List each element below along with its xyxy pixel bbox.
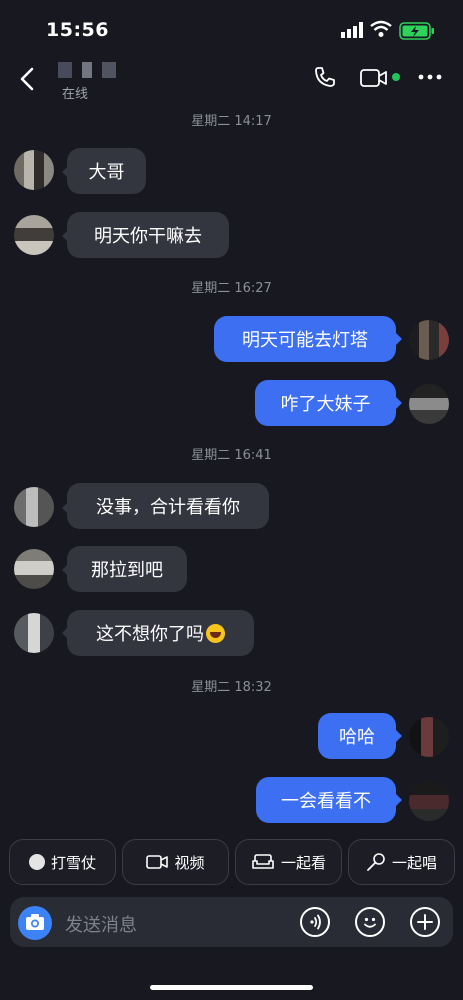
camera-button[interactable] [18, 906, 52, 940]
home-indicator[interactable] [150, 985, 313, 990]
snowball-fight-button[interactable]: 打雪仗 [9, 839, 116, 885]
contact-name-redacted[interactable] [58, 62, 122, 78]
video-call-icon[interactable] [360, 67, 388, 89]
online-indicator [392, 73, 400, 81]
timestamp: 星期二 14:17 [191, 114, 272, 129]
message-text: 大哥 [88, 162, 125, 183]
message-bubble-outgoing[interactable]: 明天可能去灯塔 [214, 316, 396, 362]
battery-charging-icon [399, 22, 434, 40]
message-bubble-outgoing[interactable]: 哈哈 [318, 713, 396, 759]
cellular-signal-icon [341, 22, 363, 38]
message-text: 没事，合计看看你 [96, 497, 240, 518]
sing-together-button[interactable]: 一起唱 [348, 839, 455, 885]
wifi-icon [370, 20, 392, 37]
quick-action-bar: 打雪仗 视频 一起看 一起唱 [0, 839, 463, 885]
message-text: 明天可能去灯塔 [242, 330, 368, 351]
bubble-tail [396, 397, 402, 409]
timestamp: 星期二 16:27 [191, 281, 272, 296]
quick-action-label: 一起唱 [391, 853, 437, 872]
quick-action-label: 视频 [174, 853, 205, 872]
message-bubble-outgoing[interactable]: 咋了大妹子 [255, 380, 396, 426]
online-status: 在线 [62, 87, 89, 102]
message-input[interactable]: 发送消息 [65, 911, 137, 937]
voice-wave-icon [310, 914, 321, 930]
quick-action-label: 打雪仗 [50, 853, 96, 872]
message-bubble-outgoing[interactable]: 一会看看不 [256, 777, 396, 823]
bubble-tail [396, 794, 402, 806]
contact-avatar[interactable] [14, 549, 54, 589]
message-bubble-incoming[interactable]: 明天你干嘛去 [67, 212, 229, 258]
message-text: 这不想你了吗 [96, 624, 204, 645]
message-text: 一会看看不 [281, 791, 371, 812]
contact-avatar[interactable] [14, 487, 54, 527]
emoji-button[interactable] [355, 907, 385, 937]
camera-icon [26, 914, 44, 930]
contact-avatar[interactable] [14, 150, 54, 190]
video-button[interactable]: 视频 [122, 839, 229, 885]
self-avatar[interactable] [409, 781, 449, 821]
rolling-laughing-emoji-icon [206, 623, 225, 643]
message-text: 咋了大妹子 [280, 394, 371, 415]
message-bubble-incoming[interactable]: 没事，合计看看你 [67, 483, 269, 529]
self-avatar[interactable] [409, 384, 449, 424]
contact-avatar[interactable] [14, 215, 54, 255]
self-avatar[interactable] [409, 717, 449, 757]
message-text: 哈哈 [339, 727, 375, 748]
snowball-icon [28, 854, 45, 870]
back-chevron-icon[interactable] [16, 66, 38, 92]
chat-header: 在线 [0, 56, 463, 106]
message-bubble-incoming[interactable]: 这不想你了吗 [67, 610, 254, 656]
contact-avatar[interactable] [14, 613, 54, 653]
timestamp: 星期二 18:32 [191, 680, 272, 695]
status-bar: 15:56 [0, 0, 463, 56]
message-bubble-incoming[interactable]: 那拉到吧 [67, 546, 187, 592]
bubble-tail [396, 333, 402, 345]
message-composer: 发送消息 [10, 897, 453, 947]
self-avatar[interactable] [409, 320, 449, 360]
message-bubble-incoming[interactable]: 大哥 [67, 148, 146, 194]
sofa-icon [252, 854, 274, 869]
phone-call-icon[interactable] [313, 65, 337, 89]
timestamp: 星期二 16:41 [191, 448, 272, 463]
message-text: 那拉到吧 [91, 560, 163, 581]
status-time: 15:56 [46, 19, 109, 41]
microphone-icon [367, 853, 385, 871]
bubble-tail [396, 730, 402, 742]
quick-action-label: 一起看 [280, 853, 326, 872]
voice-message-button[interactable] [300, 907, 330, 937]
smiley-icon [364, 917, 376, 928]
video-icon [146, 855, 169, 869]
message-text: 明天你干嘛去 [94, 226, 202, 247]
more-options-icon[interactable] [418, 65, 442, 89]
watch-together-button[interactable]: 一起看 [235, 839, 342, 885]
plus-icon [417, 914, 433, 930]
more-actions-button[interactable] [410, 907, 440, 937]
